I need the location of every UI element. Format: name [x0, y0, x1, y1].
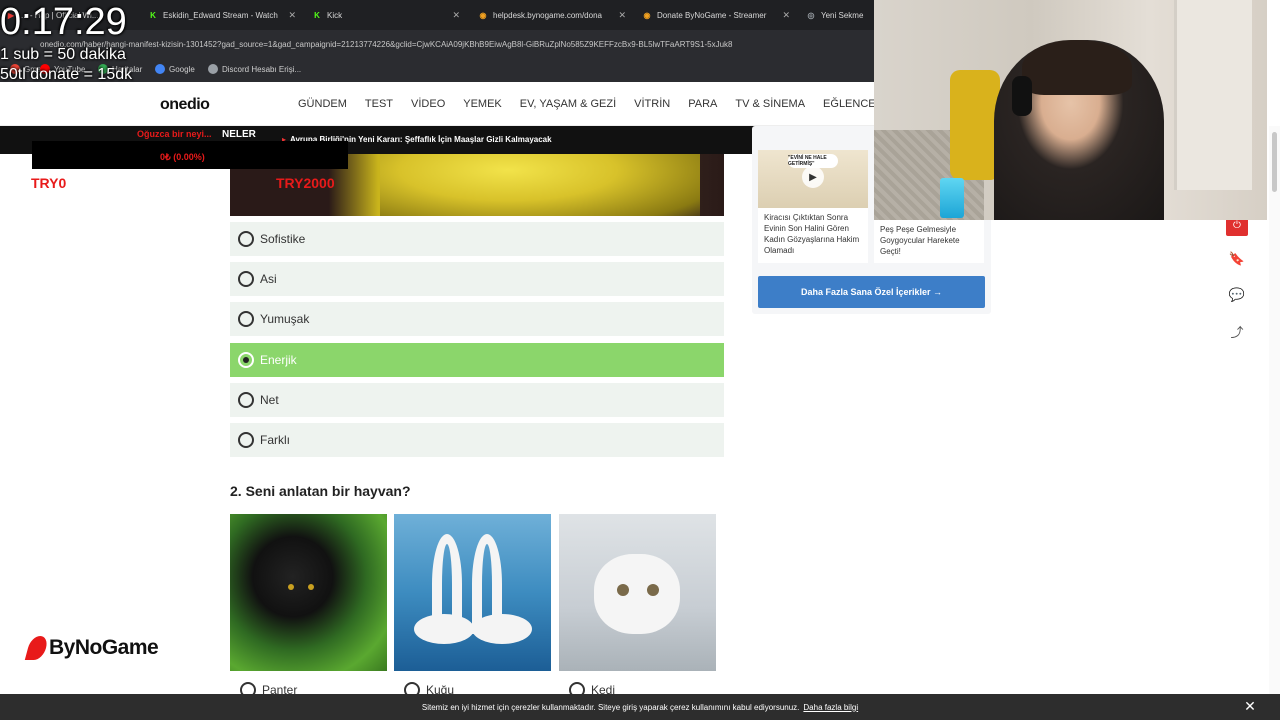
nav-item-eglence[interactable]: EĞLENCE [823, 98, 876, 110]
bynogame-logo: ByNoGame [24, 636, 159, 660]
option-label: Net [260, 393, 279, 407]
browser-tab-5[interactable]: ◉ Donate ByNoGame - Streamer ✕ [636, 4, 796, 26]
google-icon [155, 64, 165, 74]
cookie-text: Sitemiz en iyi hizmet için çerezler kull… [421, 702, 800, 712]
tab-close-icon[interactable]: ✕ [782, 10, 790, 21]
onedio-logo[interactable]: onedio [160, 96, 210, 114]
subathon-rule-donate: 50tl donate = 15dk [0, 66, 133, 83]
option-label: Sofistike [260, 232, 306, 246]
bookmark-google[interactable]: Google [155, 64, 195, 74]
donation-target: TRY2000 [276, 175, 335, 191]
radio-checked-icon [238, 352, 254, 368]
address-bar[interactable]: onedio.com/haber/hangi-manifest-kizisin-… [0, 30, 874, 58]
bynogame-mark-icon [24, 636, 50, 660]
bookmark-icon[interactable]: 🔖 [1226, 248, 1248, 270]
donation-goal-box: Oğuzca bir neyi... 0₺ (0.00%) [32, 129, 348, 169]
quiz-option[interactable]: Yumuşak [230, 302, 724, 336]
quiz-option[interactable]: Net [230, 383, 724, 417]
tab-title: Yeni Sekme [821, 10, 864, 20]
tab-title: Kick [327, 10, 343, 20]
nav-item-para[interactable]: PARA [688, 98, 717, 110]
question-title: 2. Seni anlatan bir hayvan? [230, 483, 411, 499]
donation-goal-progress: 0₺ (0.00%) [160, 152, 205, 162]
quiz-option[interactable]: Asi [230, 262, 724, 296]
tab-title: helpdesk.bynogame.com/dona [493, 10, 602, 20]
globe-icon [208, 64, 218, 74]
more-content-button[interactable]: Daha Fazla Sana Özel İçerikler → [758, 276, 985, 308]
bookmark-discord[interactable]: Discord Hesabı Erişi... [208, 64, 301, 74]
radio-icon [238, 231, 254, 247]
play-icon[interactable]: ▶ [802, 166, 824, 188]
nav-item-ev-yasam-gezi[interactable]: EV, YAŞAM & GEZİ [520, 98, 616, 110]
tab-title: Donate ByNoGame - Streamer [657, 10, 767, 20]
browser-tab-bar: ▶ ... - Hap | Official Wi... K Eskidin_E… [0, 0, 874, 30]
donation-total: TRY0 [31, 175, 67, 191]
option-label: Enerjik [260, 353, 297, 367]
nav-item-vitrin[interactable]: VİTRİN [634, 98, 670, 110]
option-label: Yumuşak [260, 312, 310, 326]
tab-close-icon[interactable]: ✕ [452, 10, 460, 21]
cookie-more-link[interactable]: Daha fazla bilgi [803, 703, 858, 712]
webcam-feed [874, 0, 1267, 220]
scrollbar-thumb[interactable] [1272, 132, 1277, 192]
tab-close-icon[interactable]: ✕ [618, 10, 626, 21]
nav-item-gundem[interactable]: GÜNDEM [298, 98, 347, 110]
kick-favicon-icon: K [314, 10, 320, 20]
quiz-option[interactable]: Farklı [230, 423, 724, 457]
browser-tab-3[interactable]: K Kick ✕ [306, 4, 466, 26]
main-nav: GÜNDEM TEST VİDEO YEMEK EV, YAŞAM & GEZİ… [298, 98, 894, 110]
brand-text: ByNoGame [49, 636, 159, 659]
quiz-option-selected[interactable]: Enerjik [230, 343, 724, 377]
quiz-option[interactable]: Sofistike [230, 222, 724, 256]
bookmark-label: Discord Hesabı Erişi... [222, 64, 302, 74]
browser-tab-6[interactable]: ◎ Yeni Sekme [800, 4, 874, 26]
share-icon[interactable]: ⤴ [1226, 320, 1248, 342]
donation-goal-title: Oğuzca bir neyi... [137, 129, 212, 139]
browser-tab-4[interactable]: ◉ helpdesk.bynogame.com/dona ✕ [472, 4, 632, 26]
stream-timer: 0:17:29 [0, 1, 127, 43]
close-icon[interactable]: ✕ [1242, 698, 1258, 714]
cookie-banner: Sitemiz en iyi hizmet için çerezler kull… [0, 694, 1280, 720]
radio-icon [238, 392, 254, 408]
option-label: Asi [260, 272, 277, 286]
animal-image-panther[interactable] [230, 514, 387, 671]
recommendation-card[interactable]: Kiracısı Çıktıktan Sonra Evinin Son Hali… [758, 208, 868, 263]
comments-icon[interactable]: 💬 [1226, 284, 1248, 306]
nav-item-video[interactable]: VİDEO [411, 98, 445, 110]
nav-item-tv-sinema[interactable]: TV & SİNEMA [735, 98, 805, 110]
tab-close-icon[interactable]: ✕ [288, 10, 296, 21]
animal-image-swan[interactable] [394, 514, 551, 671]
bynogame-favicon-icon: ◉ [479, 10, 487, 20]
bynogame-favicon-icon: ◉ [643, 10, 651, 20]
radio-icon [238, 432, 254, 448]
browser-tab-2[interactable]: K Eskidin_Edward Stream - Watch ✕ [142, 4, 302, 26]
recommendation-thumbnail[interactable]: "EVİNİ NE HALE GETİRMİŞ" ▶ [758, 150, 868, 208]
nav-item-yemek[interactable]: YEMEK [463, 98, 502, 110]
option-label: Farklı [260, 433, 290, 447]
ticker-label: NELER [222, 129, 256, 140]
nav-item-test[interactable]: TEST [365, 98, 393, 110]
recommendation-card[interactable]: Peş Peşe Gelmesiyle Goygoycular Harekete… [874, 220, 984, 263]
url-text[interactable]: onedio.com/haber/hangi-manifest-kizisin-… [40, 40, 870, 49]
subathon-rule-sub: 1 sub = 50 dakika [0, 46, 126, 63]
radio-icon [238, 311, 254, 327]
site-header: onedio GÜNDEM TEST VİDEO YEMEK EV, YAŞAM… [0, 84, 876, 126]
bookmark-label: Google [169, 64, 195, 74]
animal-image-cat[interactable] [559, 514, 716, 671]
new-tab-favicon-icon: ◎ [807, 10, 815, 20]
radio-icon [238, 271, 254, 287]
kick-favicon-icon: K [150, 10, 156, 20]
tab-title: Eskidin_Edward Stream - Watch [163, 10, 278, 20]
page-scrollbar[interactable] [1269, 126, 1280, 694]
